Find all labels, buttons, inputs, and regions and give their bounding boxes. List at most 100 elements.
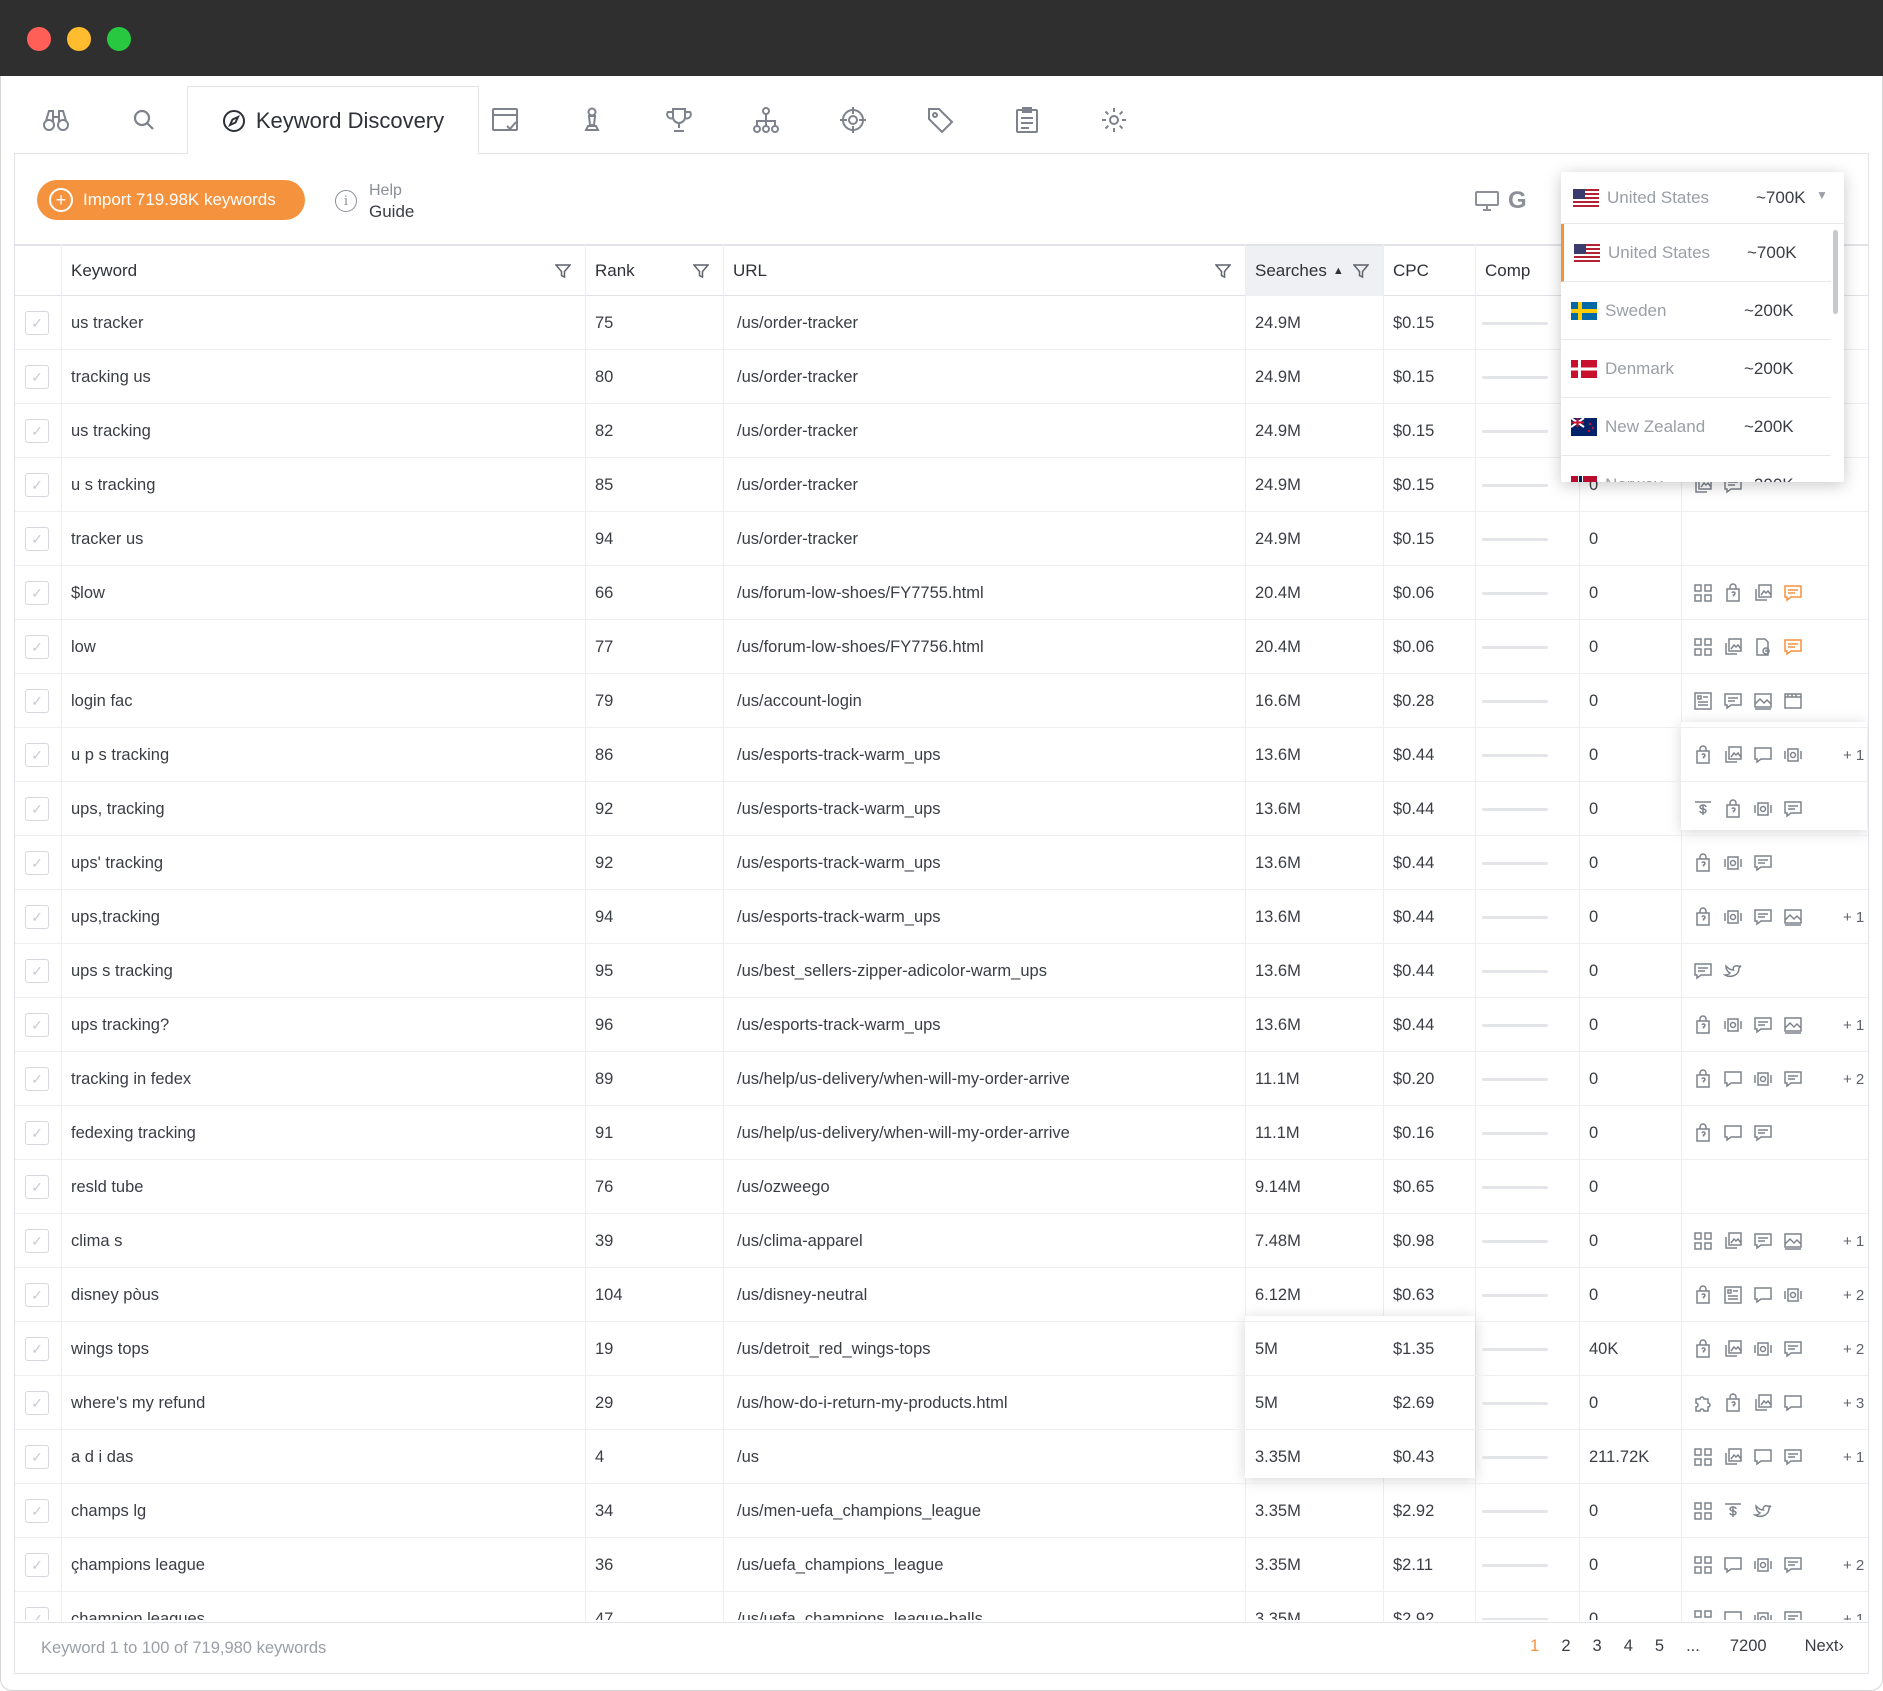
shopping-icon[interactable]	[1693, 1123, 1713, 1143]
country-select[interactable]: United States ~700K ▼	[1561, 172, 1844, 224]
more-features-count[interactable]: + 1	[1843, 1214, 1864, 1268]
settings-gear-icon[interactable]	[1098, 104, 1130, 136]
row-checkbox[interactable]: ✓	[25, 1499, 49, 1523]
help-guide-link[interactable]: i Help Guide	[335, 180, 414, 222]
review-icon[interactable]	[1783, 1555, 1803, 1575]
keyword-cell[interactable]: $low	[71, 566, 105, 620]
table-row[interactable]: ✓ clima s 39/us/clima-apparel 7.48M $0.98 0 + …	[15, 1214, 1868, 1268]
import-keywords-button[interactable]: + Import 719.98K keywords	[37, 180, 305, 220]
page-link[interactable]: 7200	[1730, 1637, 1767, 1656]
url-cell[interactable]: /us/detroit_red_wings-tops	[737, 1322, 931, 1376]
row-checkbox[interactable]: ✓	[25, 311, 49, 335]
keyword-cell[interactable]: ups,tracking	[71, 890, 160, 944]
image-pack-icon[interactable]	[1723, 1447, 1743, 1467]
dropdown-scrollbar[interactable]	[1833, 230, 1838, 314]
keyword-cell[interactable]: champs lg	[71, 1484, 146, 1538]
table-row[interactable]: ✓ tracking in fedex 89/us/help/us-delivery…	[15, 1052, 1868, 1106]
url-cell[interactable]: /us/forum-low-shoes/FY7755.html	[737, 566, 984, 620]
carousel-icon[interactable]	[1753, 1069, 1773, 1089]
url-cell[interactable]: /us/men-uefa_champions_league	[737, 1484, 981, 1538]
table-row[interactable]: ✓ ups, tracking 92/us/esports-track-warm_u…	[15, 782, 1868, 836]
review-icon[interactable]	[1783, 1339, 1803, 1359]
row-checkbox[interactable]: ✓	[25, 1067, 49, 1091]
keyword-cell[interactable]: ups s tracking	[71, 944, 173, 998]
column-header-cpc[interactable]: CPC	[1383, 246, 1475, 296]
twitter-icon[interactable]	[1753, 1501, 1773, 1521]
carousel-icon[interactable]	[1753, 1555, 1773, 1575]
trophy-icon[interactable]	[663, 104, 695, 136]
column-header-searches[interactable]: Searches ▲	[1245, 246, 1383, 296]
comment-icon[interactable]	[1723, 1609, 1743, 1620]
url-cell[interactable]: /us/esports-track-warm_ups	[737, 836, 941, 890]
page-link[interactable]: 4	[1624, 1637, 1633, 1656]
keyword-cell[interactable]: ups' tracking	[71, 836, 163, 890]
row-checkbox[interactable]: ✓	[25, 1607, 49, 1620]
row-checkbox[interactable]: ✓	[25, 1337, 49, 1361]
shopping-icon[interactable]	[1693, 907, 1713, 927]
url-cell[interactable]: /us/esports-track-warm_ups	[737, 728, 941, 782]
comment-icon[interactable]	[1753, 1285, 1773, 1305]
shopping-icon[interactable]	[1723, 583, 1743, 603]
local-pack-icon[interactable]	[1753, 637, 1773, 657]
image-icon[interactable]	[1783, 1015, 1803, 1035]
table-row[interactable]: ✓ fedexing tracking 91/us/help/us-delivery…	[15, 1106, 1868, 1160]
keyword-cell[interactable]: a d i das	[71, 1430, 133, 1484]
table-row[interactable]: ✓ champion leagues 47/us/uefa_champions_le…	[15, 1592, 1868, 1621]
url-cell[interactable]: /us/order-tracker	[737, 458, 858, 512]
carousel-icon[interactable]	[1753, 799, 1773, 819]
shopping-icon[interactable]	[1723, 799, 1743, 819]
browser-check-icon[interactable]	[489, 104, 521, 136]
keyword-cell[interactable]: ups, tracking	[71, 782, 165, 836]
page-link[interactable]: 5	[1655, 1637, 1664, 1656]
more-features-count[interactable]: + 1	[1843, 1592, 1864, 1621]
url-cell[interactable]: /us/disney-neutral	[737, 1268, 867, 1322]
url-cell[interactable]: /us/esports-track-warm_ups	[737, 782, 941, 836]
keyword-cell[interactable]: fedexing tracking	[71, 1106, 196, 1160]
more-features-count[interactable]: + 2	[1843, 1052, 1864, 1106]
filter-icon[interactable]	[555, 263, 571, 279]
review-icon[interactable]	[1753, 1123, 1773, 1143]
url-cell[interactable]: /us/account-login	[737, 674, 862, 728]
carousel-icon[interactable]	[1753, 1339, 1773, 1359]
comment-icon[interactable]	[1753, 745, 1773, 765]
tag-icon[interactable]	[924, 104, 956, 136]
keyword-cell[interactable]: where's my refund	[71, 1376, 205, 1430]
image-pack-icon[interactable]	[1723, 1231, 1743, 1251]
sitelinks-icon[interactable]	[1693, 637, 1713, 657]
keyword-cell[interactable]: ups tracking?	[71, 998, 169, 1052]
sitelinks-icon[interactable]	[1693, 1555, 1713, 1575]
row-checkbox[interactable]: ✓	[25, 689, 49, 713]
column-header-url[interactable]: URL	[723, 246, 1245, 296]
carousel-icon[interactable]	[1723, 853, 1743, 873]
review-icon[interactable]	[1783, 1069, 1803, 1089]
review-icon[interactable]	[1783, 1447, 1803, 1467]
url-cell[interactable]: /us/order-tracker	[737, 296, 858, 350]
url-cell[interactable]: /us/best_sellers-zipper-adicolor-warm_up…	[737, 944, 1047, 998]
url-cell[interactable]: /us/esports-track-warm_ups	[737, 890, 941, 944]
review-icon[interactable]	[1753, 907, 1773, 927]
filter-icon[interactable]	[1215, 263, 1231, 279]
row-checkbox[interactable]: ✓	[25, 905, 49, 929]
table-row[interactable]: ✓ ups s tracking 95/us/best_sellers-zipper…	[15, 944, 1868, 998]
row-checkbox[interactable]: ✓	[25, 635, 49, 659]
row-checkbox[interactable]: ✓	[25, 473, 49, 497]
table-row[interactable]: ✓ wings tops 19/us/detroit_red_wings-tops 5…	[15, 1322, 1868, 1376]
row-checkbox[interactable]: ✓	[25, 1229, 49, 1253]
country-option-dk[interactable]: Denmark ~200K	[1561, 340, 1831, 398]
keyword-cell[interactable]: champion leagues	[71, 1592, 205, 1621]
image-pack-icon[interactable]	[1723, 637, 1743, 657]
comment-icon[interactable]	[1783, 1393, 1803, 1413]
row-checkbox[interactable]: ✓	[25, 419, 49, 443]
google-icon[interactable]: G	[1508, 188, 1534, 214]
sitelinks-icon[interactable]	[1693, 1447, 1713, 1467]
image-icon[interactable]	[1783, 907, 1803, 927]
keyword-cell[interactable]: u s tracking	[71, 458, 155, 512]
url-cell[interactable]: /us/ozweego	[737, 1160, 830, 1214]
sitelinks-icon[interactable]	[1693, 583, 1713, 603]
row-checkbox[interactable]: ✓	[25, 1283, 49, 1307]
carousel-icon[interactable]	[1753, 1609, 1773, 1620]
country-option-no[interactable]: Norway ~200K	[1561, 456, 1831, 482]
desktop-icon[interactable]	[1474, 190, 1500, 212]
keyword-cell[interactable]: tracking in fedex	[71, 1052, 191, 1106]
row-checkbox[interactable]: ✓	[25, 959, 49, 983]
